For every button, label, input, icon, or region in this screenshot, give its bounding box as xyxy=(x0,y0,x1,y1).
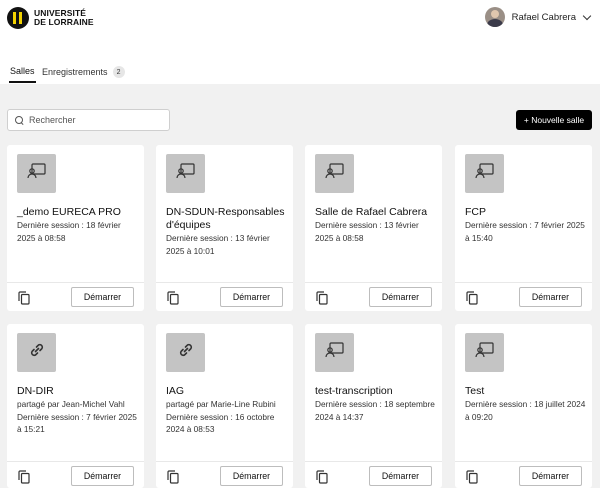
card-divider xyxy=(305,282,442,283)
room-thumbnail xyxy=(315,154,354,193)
room-name: test-transcription xyxy=(315,385,393,397)
room-name: Salle de Rafael Cabrera xyxy=(315,206,428,218)
room-icon xyxy=(175,162,196,185)
start-room-button[interactable]: Démarrer xyxy=(369,287,432,307)
room-last-session: Dernière session : 18 juillet 2024 à 09:… xyxy=(465,399,586,422)
room-last-session: Dernière session : 18 février 2025 à 08:… xyxy=(17,220,121,243)
room-last-session: Dernière session : 16 octobre 2024 à 08:… xyxy=(166,411,275,435)
university-logo[interactable]: UNIVERSITÉ DE LORRAINE xyxy=(7,7,94,29)
start-room-button[interactable]: Démarrer xyxy=(519,287,582,307)
card-divider xyxy=(455,461,592,462)
card-divider xyxy=(7,282,144,283)
user-name: Rafael Cabrera xyxy=(511,11,576,23)
copy-icon[interactable] xyxy=(18,291,30,305)
recordings-count-badge: 2 xyxy=(112,66,125,78)
room-icon xyxy=(324,162,345,185)
room-name: DN-DIR xyxy=(17,385,54,397)
copy-icon[interactable] xyxy=(466,470,478,484)
card-divider xyxy=(305,461,442,462)
avatar xyxy=(484,7,505,27)
start-room-button[interactable]: Démarrer xyxy=(71,287,134,307)
room-name: _demo EURECA PRO xyxy=(17,206,121,218)
card-divider xyxy=(455,282,592,283)
logo-line-2: DE LORRAINE xyxy=(34,17,94,27)
tab-salles[interactable]: Salles xyxy=(9,66,36,83)
copy-icon[interactable] xyxy=(316,470,328,484)
room-thumbnail xyxy=(17,154,56,193)
room-name: IAG xyxy=(166,385,185,397)
link-icon xyxy=(177,341,195,364)
search-input[interactable] xyxy=(29,115,169,125)
room-shared-by: partagé par Jean-Michel Vahl xyxy=(17,399,125,409)
start-room-button[interactable]: Démarrer xyxy=(369,466,432,486)
room-icon xyxy=(324,341,345,364)
room-icon xyxy=(474,162,495,185)
room-card[interactable]: Test Dernière session : 18 juillet 2024 à… xyxy=(455,324,592,488)
room-thumbnail xyxy=(17,333,56,372)
room-thumbnail xyxy=(465,154,504,193)
card-divider xyxy=(156,282,293,283)
room-name: DN-SDUN-Responsables d'équipes xyxy=(166,206,285,231)
room-icon xyxy=(474,341,495,364)
start-room-button[interactable]: Démarrer xyxy=(220,287,283,307)
room-name: Test xyxy=(465,385,485,397)
start-room-button[interactable]: Démarrer xyxy=(519,466,582,486)
room-card[interactable]: _demo EURECA PRO Dernière session : 18 fé… xyxy=(7,145,144,311)
search-icon xyxy=(15,115,24,125)
top-bar: UNIVERSITÉ DE LORRAINE Rafael Cabrera xyxy=(0,0,600,60)
room-card[interactable]: FCP Dernière session : 7 février 2025 à 1… xyxy=(455,145,592,311)
tab-salles-label: Salles xyxy=(10,66,35,76)
room-name: FCP xyxy=(465,206,486,218)
room-last-session: Dernière session : 13 février 2025 à 08:… xyxy=(315,220,419,243)
logo-mark-icon xyxy=(7,7,29,29)
chevron-down-icon xyxy=(582,11,592,20)
room-thumbnail xyxy=(315,333,354,372)
copy-icon[interactable] xyxy=(167,470,179,484)
room-icon xyxy=(26,162,47,185)
link-icon xyxy=(28,341,46,364)
room-thumbnail xyxy=(166,333,205,372)
room-last-session: Dernière session : 13 février 2025 à 10:… xyxy=(166,233,270,256)
new-room-button[interactable]: + Nouvelle salle xyxy=(516,110,592,130)
room-last-session: Dernière session : 7 février 2025 à 15:2… xyxy=(17,411,137,435)
card-divider xyxy=(156,461,293,462)
active-tab-indicator xyxy=(9,81,36,83)
copy-icon[interactable] xyxy=(466,291,478,305)
copy-icon[interactable] xyxy=(167,291,179,305)
user-menu[interactable]: Rafael Cabrera xyxy=(484,7,592,27)
tab-bar: Salles Enregistrements 2 xyxy=(0,60,600,84)
room-card[interactable]: Salle de Rafael Cabrera Dernière session … xyxy=(305,145,442,311)
room-card[interactable]: test-transcription Dernière session : 18 … xyxy=(305,324,442,488)
start-room-button[interactable]: Démarrer xyxy=(71,466,134,486)
tab-enregistrements[interactable]: Enregistrements 2 xyxy=(42,66,125,78)
room-card[interactable]: DN-DIR partagé par Jean-Michel Vahl Derniè… xyxy=(7,324,144,488)
tab-enregistrements-label: Enregistrements xyxy=(42,67,108,77)
room-shared-by: partagé par Marie-Line Rubini xyxy=(166,399,276,409)
room-last-session: Dernière session : 7 février 2025 à 15:4… xyxy=(465,220,585,243)
room-thumbnail xyxy=(166,154,205,193)
room-last-session: Dernière session : 18 septembre 2024 à 1… xyxy=(315,399,435,422)
copy-icon[interactable] xyxy=(18,470,30,484)
copy-icon[interactable] xyxy=(316,291,328,305)
room-card[interactable]: IAG partagé par Marie-Line Rubini Dernière… xyxy=(156,324,293,488)
search-box[interactable] xyxy=(7,109,170,131)
card-divider xyxy=(7,461,144,462)
start-room-button[interactable]: Démarrer xyxy=(220,466,283,486)
room-card[interactable]: DN-SDUN-Responsables d'équipes Dernière s… xyxy=(156,145,293,311)
room-thumbnail xyxy=(465,333,504,372)
